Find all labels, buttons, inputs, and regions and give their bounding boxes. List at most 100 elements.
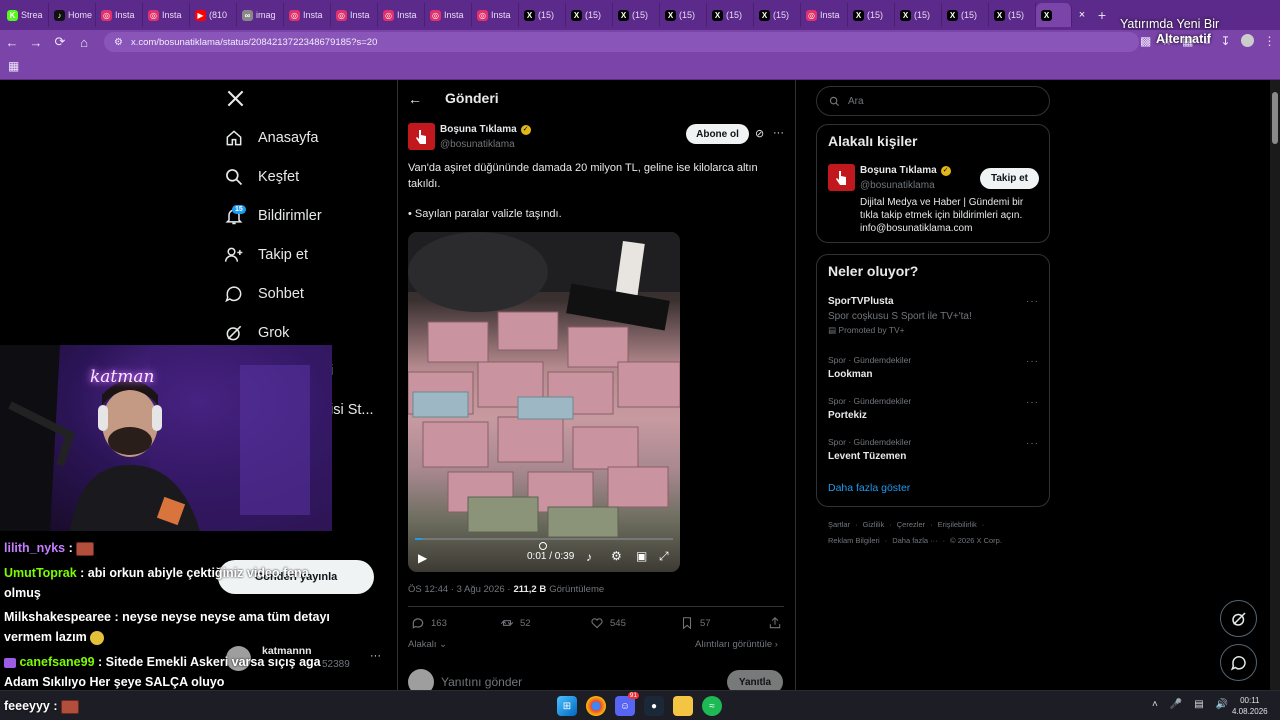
trend-more-icon[interactable]: ··· (1026, 438, 1039, 449)
play-icon[interactable]: ▶ (418, 551, 427, 565)
x-logo-icon[interactable] (226, 89, 245, 113)
back-arrow-icon[interactable]: ← (408, 91, 422, 107)
page-scrollbar[interactable] (1270, 80, 1280, 690)
trend-item[interactable]: Spor · Gündemdekiler Levent Tüzemen (828, 437, 911, 462)
downloads-icon[interactable]: ↧ (1220, 34, 1230, 48)
footer-link[interactable]: Erişilebilirlik (938, 520, 977, 529)
trend-more-icon[interactable]: ··· (1026, 296, 1039, 307)
search-input[interactable]: Ara (816, 86, 1050, 116)
author-name[interactable]: Boşuna Tıklama (440, 124, 517, 135)
browser-tab[interactable]: X (15) (707, 3, 754, 27)
fullscreen-icon[interactable]: ⤢ (659, 549, 669, 564)
apps-grid-icon[interactable]: ▦ (8, 59, 19, 73)
footer-link[interactable]: Reklam Bilgileri (828, 536, 880, 545)
subscribe-button[interactable]: Abone ol (686, 124, 749, 144)
browser-tab[interactable]: ▶ (810 (190, 3, 237, 27)
browser-tab[interactable]: X (15) (660, 3, 707, 27)
reply-action[interactable]: 163 (411, 615, 447, 631)
like-action[interactable]: 545 (590, 615, 626, 631)
browser-tab[interactable]: ∞ imag (237, 3, 284, 27)
grok-float-button[interactable] (1220, 600, 1257, 637)
microphone-icon[interactable]: 🎤 (1170, 699, 1182, 710)
browser-menu-icon[interactable]: ⋮ (1264, 34, 1276, 48)
footer-link[interactable]: Şartlar (828, 520, 850, 529)
file-explorer-icon[interactable] (673, 696, 693, 716)
steam-icon[interactable]: ● (644, 696, 664, 716)
picture-in-picture-icon[interactable]: ▣ (636, 549, 647, 563)
browser-tab-active[interactable]: X (1036, 3, 1072, 27)
forward-icon[interactable]: → (24, 30, 48, 54)
nav-item-explore[interactable]: Keşfet (224, 161, 299, 193)
browser-tab[interactable]: ◎ Insta (96, 3, 143, 27)
scrollbar-thumb[interactable] (1272, 92, 1278, 144)
reload-icon[interactable]: ⟳ (48, 30, 72, 54)
nav-item-home[interactable]: Anasayfa (224, 122, 318, 154)
trend-more-icon[interactable]: ··· (1026, 397, 1039, 408)
view-quotes-link[interactable]: Alıntıları görüntüle › (695, 639, 778, 650)
footer-link[interactable]: Çerezler (897, 520, 925, 529)
author-avatar[interactable] (408, 123, 435, 150)
browser-tab[interactable]: ◎ Insta (284, 3, 331, 27)
relevant-person-avatar[interactable] (828, 164, 855, 191)
browser-tab[interactable]: X (15) (895, 3, 942, 27)
relevant-person-handle[interactable]: @bosunatiklama (860, 180, 935, 191)
browser-tab[interactable]: X (15) (848, 3, 895, 27)
bio-email-link[interactable]: info@bosunatiklama.com (860, 222, 1045, 235)
chrome-icon[interactable] (586, 696, 606, 716)
footer-link[interactable]: Gizlilik (863, 520, 885, 529)
speaker-icon[interactable]: 🔊 (1216, 699, 1228, 710)
trend-item[interactable]: Spor · Gündemdekiler Portekiz (828, 396, 911, 421)
video-scrubber-handle[interactable] (539, 542, 547, 550)
screen-share-icon[interactable]: ▩ (1140, 34, 1151, 48)
follow-button[interactable]: Takip et (980, 168, 1039, 189)
nav-item-follow[interactable]: Takip et (224, 239, 308, 271)
repost-action[interactable]: 52 (500, 615, 531, 631)
profile-avatar[interactable] (1240, 34, 1254, 47)
browser-tab[interactable]: ◎ Insta (331, 3, 378, 27)
relevant-sort-dropdown[interactable]: Alakalı ⌄ (408, 639, 447, 650)
settings-icon[interactable]: ⚙ (611, 549, 622, 563)
trend-item[interactable]: Spor · Gündemdekiler Lookman (828, 355, 911, 380)
bookmark-action[interactable]: 57 (680, 615, 711, 631)
browser-tab[interactable]: ♪ Home (49, 3, 96, 27)
clock[interactable]: 00:11 4.08.2026 (1232, 695, 1268, 717)
close-tab-icon[interactable]: × (1072, 9, 1092, 21)
browser-tab[interactable]: X (15) (519, 3, 566, 27)
browser-tab[interactable]: X (15) (989, 3, 1036, 27)
back-icon[interactable]: ← (0, 30, 24, 54)
nav-item-chat[interactable]: Sohbet (224, 278, 304, 310)
footer-link[interactable]: Daha fazla ··· (892, 536, 937, 545)
address-bar[interactable]: ⚙ x.com/bosunatiklama/status/20842137223… (104, 32, 1139, 52)
nav-item-partial[interactable]: isi St... (330, 402, 374, 418)
browser-tab[interactable]: X (15) (942, 3, 989, 27)
browser-tab[interactable]: ◎ Insta (801, 3, 848, 27)
account-more-icon[interactable]: ··· (370, 650, 381, 662)
browser-tab[interactable]: ◎ Insta (143, 3, 190, 27)
browser-tab[interactable]: X (15) (566, 3, 613, 27)
messages-float-button[interactable] (1220, 644, 1257, 681)
discord-icon[interactable]: ☺ 91 (615, 692, 639, 716)
volume-icon[interactable]: ♪ (586, 550, 592, 564)
show-more-link[interactable]: Daha fazla göster (828, 482, 910, 494)
tray-expand-icon[interactable]: ˄ (1152, 699, 1158, 710)
new-tab-icon[interactable]: + (1092, 7, 1112, 23)
trend-more-icon[interactable]: ··· (1026, 356, 1039, 367)
grok-explain-icon[interactable]: ⊘ (755, 127, 764, 140)
post-more-icon[interactable]: ··· (773, 127, 784, 139)
video-progress-track[interactable] (415, 538, 673, 540)
spotify-icon[interactable]: ≈ (702, 696, 722, 716)
browser-tab[interactable]: X (15) (613, 3, 660, 27)
browser-tab[interactable]: ◎ Insta (378, 3, 425, 27)
reply-input[interactable]: Yanıtını gönder (441, 675, 522, 689)
author-handle[interactable]: @bosunatiklama (440, 139, 515, 150)
start-menu-icon[interactable]: ⊞ (557, 696, 577, 716)
video-player[interactable] (408, 232, 680, 572)
browser-tab[interactable]: ◎ Insta (472, 3, 519, 27)
site-info-icon[interactable]: ⚙ (114, 37, 123, 48)
post-timestamp[interactable]: ÖS 12:44 · 3 Ağu 2026 · (408, 584, 510, 595)
browser-tab[interactable]: K Strea (2, 3, 49, 27)
trend-item[interactable]: SporTVPlusta Spor coşkusu S Sport ile TV… (828, 296, 1040, 336)
browser-tab[interactable]: X (15) (754, 3, 801, 27)
share-action[interactable] (768, 615, 782, 631)
network-icon[interactable]: ▤ (1194, 699, 1203, 710)
